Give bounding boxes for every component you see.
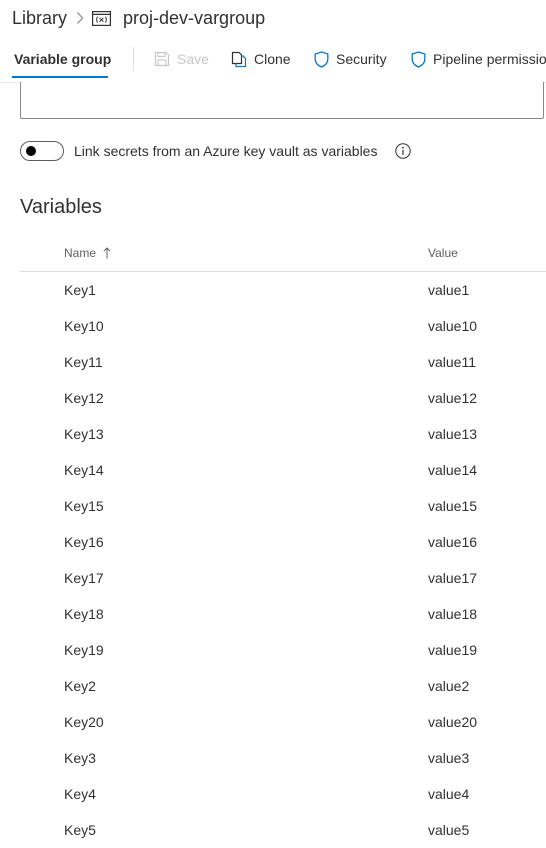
variable-value: value18 (428, 606, 478, 622)
security-button[interactable]: Security (314, 49, 387, 69)
variable-name: Key13 (64, 426, 104, 442)
variable-group-icon (92, 10, 112, 26)
variable-value: value13 (428, 426, 478, 442)
variable-name: Key4 (64, 786, 96, 802)
column-header-value[interactable]: Value (428, 246, 458, 260)
table-row[interactable]: Key15 value15 (20, 488, 546, 524)
shield-icon (411, 50, 426, 68)
variable-value: value16 (428, 534, 478, 550)
description-textarea[interactable] (20, 82, 544, 119)
table-row[interactable]: Key14 value14 (20, 452, 546, 488)
variable-name: Key12 (64, 390, 104, 406)
column-header-name[interactable]: Name (64, 246, 111, 260)
toggle-knob (26, 145, 36, 156)
variable-name: Key18 (64, 606, 104, 622)
table-row[interactable]: Key12 value12 (20, 380, 546, 416)
table-row[interactable]: Key13 value13 (20, 416, 546, 452)
save-button[interactable]: Save (154, 49, 209, 69)
variable-value: value11 (428, 354, 477, 370)
variable-value: value1 (428, 282, 470, 298)
variable-name: Key11 (64, 354, 103, 370)
breadcrumb-library-link[interactable]: Library (12, 8, 67, 29)
table-row[interactable]: Key20 value20 (20, 704, 546, 740)
table-row[interactable]: Key3 value3 (20, 740, 546, 776)
tab-selected-indicator (12, 76, 108, 78)
variable-value: value10 (428, 318, 478, 334)
page-title: proj-dev-vargroup (123, 7, 266, 28)
variable-value: value2 (428, 678, 470, 694)
table-row[interactable]: Key10 value10 (20, 308, 546, 344)
table-row[interactable]: Key19 value19 (20, 632, 546, 668)
clone-button[interactable]: Clone (231, 49, 291, 69)
variable-name: Key15 (64, 498, 104, 514)
variable-name: Key20 (64, 714, 104, 730)
tab-variable-group[interactable]: Variable group (14, 51, 111, 67)
variable-name: Key5 (64, 822, 96, 838)
variables-heading: Variables (20, 196, 102, 218)
toolbar: Variable group Save Clone Security Pipel… (0, 38, 546, 82)
table-row[interactable]: Key16 value16 (20, 524, 546, 560)
keyvault-toggle-row: Link secrets from an Azure key vault as … (20, 140, 412, 161)
table-row[interactable]: Key5 value5 (20, 812, 546, 848)
table-row[interactable]: Key11 value11 (20, 344, 546, 380)
shield-icon (314, 50, 329, 68)
clone-icon (231, 51, 247, 68)
column-header-value-label: Value (428, 246, 458, 260)
security-button-label: Security (336, 51, 387, 67)
variable-name: Key1 (64, 282, 96, 298)
variable-value: value20 (428, 714, 478, 730)
variable-value: value14 (428, 462, 478, 478)
variable-value: value12 (428, 390, 478, 406)
save-button-label: Save (177, 51, 209, 67)
table-row[interactable]: Key17 value17 (20, 560, 546, 596)
clone-button-label: Clone (254, 51, 291, 67)
table-row[interactable]: Key2 value2 (20, 668, 546, 704)
table-row[interactable]: Key4 value4 (20, 776, 546, 812)
variables-table-body: Key1 value1 Key10 value10 Key11 value11 … (20, 272, 546, 848)
variable-value: value5 (428, 822, 470, 838)
variable-name: Key2 (64, 678, 96, 694)
arrow-up-icon (103, 247, 111, 259)
variable-value: value4 (428, 786, 470, 802)
keyvault-toggle[interactable] (20, 140, 64, 161)
column-header-name-label: Name (64, 246, 97, 260)
variables-table-header: Name Value (20, 240, 546, 272)
variable-value: value15 (428, 498, 478, 514)
variable-name: Key14 (64, 462, 104, 478)
pipeline-permissions-button[interactable]: Pipeline permissio (411, 49, 546, 69)
table-row[interactable]: Key1 value1 (20, 272, 546, 308)
variable-name: Key10 (64, 318, 104, 334)
table-row[interactable]: Key18 value18 (20, 596, 546, 632)
variable-value: value3 (428, 750, 470, 766)
chevron-right-icon (76, 11, 84, 25)
variable-value: value17 (428, 570, 478, 586)
keyvault-toggle-label: Link secrets from an Azure key vault as … (74, 142, 378, 159)
variable-name: Key3 (64, 750, 96, 766)
variable-value: value19 (428, 642, 478, 658)
pipeline-permissions-label: Pipeline permissio (433, 51, 546, 67)
variable-name: Key16 (64, 534, 104, 550)
info-icon[interactable] (395, 142, 412, 159)
save-icon (154, 51, 170, 67)
toolbar-divider (133, 47, 134, 71)
variable-name: Key17 (64, 570, 104, 586)
breadcrumb: Library proj-dev-vargroup (12, 6, 265, 30)
variable-name: Key19 (64, 642, 104, 658)
